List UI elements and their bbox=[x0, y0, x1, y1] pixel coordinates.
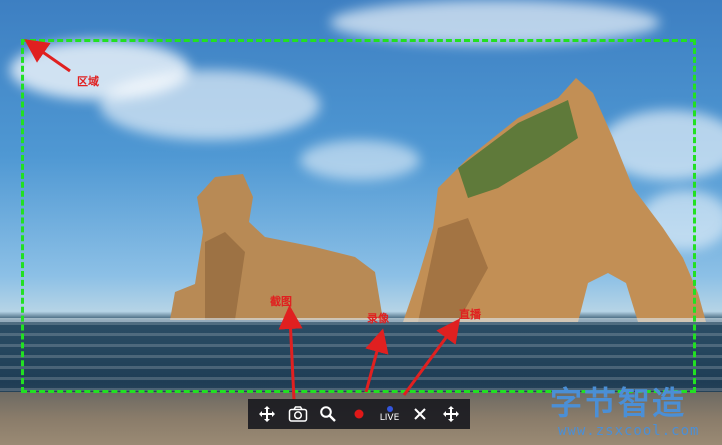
live-icon bbox=[386, 405, 393, 412]
watermark-url: www.zsxcool.com bbox=[558, 423, 700, 439]
zoom-icon bbox=[320, 406, 337, 422]
close-icon bbox=[414, 408, 426, 420]
screenshot-button[interactable] bbox=[286, 402, 310, 426]
move-icon bbox=[259, 406, 276, 422]
watermark-title: 字节智造 bbox=[550, 384, 687, 422]
screenshot-annotation: 截图 bbox=[270, 295, 292, 308]
region-annotation: 区域 bbox=[77, 75, 99, 88]
record-dot-icon bbox=[354, 409, 364, 419]
move-left-button[interactable] bbox=[255, 402, 279, 426]
capture-region[interactable] bbox=[21, 39, 696, 393]
camera-icon bbox=[288, 406, 308, 422]
move-right-button[interactable] bbox=[439, 402, 463, 426]
record-annotation: 录像 bbox=[367, 312, 389, 325]
close-button[interactable] bbox=[408, 402, 432, 426]
live-label: LIVE bbox=[379, 412, 400, 423]
capture-toolbar: LIVE bbox=[248, 399, 470, 429]
move-icon bbox=[442, 406, 459, 422]
zoom-button[interactable] bbox=[316, 402, 340, 426]
live-annotation: 直播 bbox=[459, 308, 481, 321]
record-button[interactable] bbox=[347, 402, 371, 426]
live-button[interactable]: LIVE bbox=[378, 402, 402, 426]
